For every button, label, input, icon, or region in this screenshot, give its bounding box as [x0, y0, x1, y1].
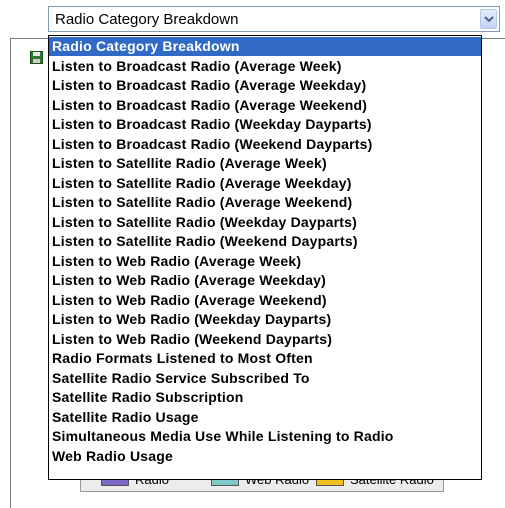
dropdown-option[interactable]: Simultaneous Media Use While Listening t…	[49, 427, 481, 446]
dropdown-option[interactable]: Listen to Web Radio (Weekend Dayparts)	[49, 330, 481, 349]
dropdown-option-label: Listen to Satellite Radio (Average Weeke…	[52, 194, 353, 210]
dropdown-option[interactable]: Listen to Web Radio (Average Week)	[49, 252, 481, 271]
dropdown-option-label: Satellite Radio Usage	[52, 408, 199, 425]
dropdown-option-label: Listen to Web Radio (Weekday Dayparts)	[52, 311, 332, 327]
dropdown-option[interactable]: Listen to Satellite Radio (Average Week)	[49, 154, 481, 173]
dropdown-option[interactable]: Satellite Radio Subscription	[49, 388, 481, 407]
dropdown-option[interactable]: Listen to Web Radio (Weekday Dayparts)	[49, 310, 481, 329]
dropdown-option-label: Satellite Radio Service Subscribed To	[52, 369, 310, 386]
select-current-value: Radio Category Breakdown	[55, 11, 239, 28]
dropdown-option-label: Listen to Satellite Radio (Weekday Daypa…	[52, 213, 357, 230]
dropdown-option-label: Radio Formats Listened to Most Often	[52, 350, 313, 366]
dropdown-option-label: Radio Category Breakdown	[52, 38, 240, 54]
dropdown-option-label: Satellite Radio Subscription	[52, 389, 244, 405]
dropdown-option[interactable]: Listen to Broadcast Radio (Average Week)	[49, 57, 481, 76]
dropdown-option[interactable]: Listen to Broadcast Radio (Average Weekd…	[49, 76, 481, 95]
dropdown-option[interactable]: Listen to Web Radio (Average Weekday)	[49, 271, 481, 290]
dropdown-option-label: Listen to Satellite Radio (Average Week)	[52, 155, 327, 171]
dropdown-option-label: Listen to Broadcast Radio (Weekend Daypa…	[52, 135, 373, 152]
dropdown-option[interactable]: Listen to Broadcast Radio (Average Weeke…	[49, 96, 481, 115]
dropdown-option-label: Listen to Broadcast Radio (Average Weekd…	[52, 77, 367, 93]
dropdown-option[interactable]: Listen to Broadcast Radio (Weekday Daypa…	[49, 115, 481, 134]
dropdown-option-label: Listen to Satellite Radio (Weekend Daypa…	[52, 233, 358, 249]
save-icon[interactable]	[30, 51, 43, 64]
dropdown-toggle-button[interactable]	[480, 9, 497, 29]
dropdown-option-label: Listen to Web Radio (Average Weekday)	[52, 272, 326, 288]
dropdown-option-label: Listen to Web Radio (Weekend Dayparts)	[52, 330, 333, 347]
dropdown-option-label: Listen to Web Radio (Average Week)	[52, 252, 302, 269]
dropdown-option-label: Listen to Broadcast Radio (Weekday Daypa…	[52, 116, 372, 132]
dropdown-option-label: Web Radio Usage	[52, 447, 173, 464]
dropdown-option[interactable]: Listen to Satellite Radio (Weekend Daypa…	[49, 232, 481, 251]
dropdown-option-label: Listen to Satellite Radio (Average Weekd…	[52, 174, 352, 191]
dropdown-option[interactable]: Listen to Satellite Radio (Weekday Daypa…	[49, 213, 481, 232]
dropdown-option[interactable]: Listen to Satellite Radio (Average Weeke…	[49, 193, 481, 212]
dropdown-option[interactable]: Listen to Satellite Radio (Average Weekd…	[49, 174, 481, 193]
dropdown-option-label: Listen to Broadcast Radio (Average Weeke…	[52, 96, 368, 113]
dropdown-option[interactable]: Radio Formats Listened to Most Often	[49, 349, 481, 368]
dropdown-option[interactable]: Satellite Radio Service Subscribed To	[49, 369, 481, 388]
dropdown-list[interactable]: Radio Category Breakdown Listen to Broadc…	[48, 35, 482, 480]
dropdown-option[interactable]: Satellite Radio Usage	[49, 408, 481, 427]
dropdown-option-label: Listen to Broadcast Radio (Average Week)	[52, 57, 342, 74]
dropdown-option[interactable]: Listen to Broadcast Radio (Weekend Daypa…	[49, 135, 481, 154]
dropdown-option[interactable]: Radio Category Breakdown	[49, 37, 481, 56]
chevron-down-icon	[484, 16, 494, 23]
dropdown-option-label: Listen to Web Radio (Average Weekend)	[52, 291, 327, 308]
dropdown-option[interactable]: Web Radio Usage	[49, 447, 481, 466]
category-select[interactable]: Radio Category Breakdown	[48, 6, 500, 32]
dropdown-option[interactable]: Listen to Web Radio (Average Weekend)	[49, 291, 481, 310]
dropdown-option-label: Simultaneous Media Use While Listening t…	[52, 428, 394, 444]
background-divider	[10, 38, 11, 508]
